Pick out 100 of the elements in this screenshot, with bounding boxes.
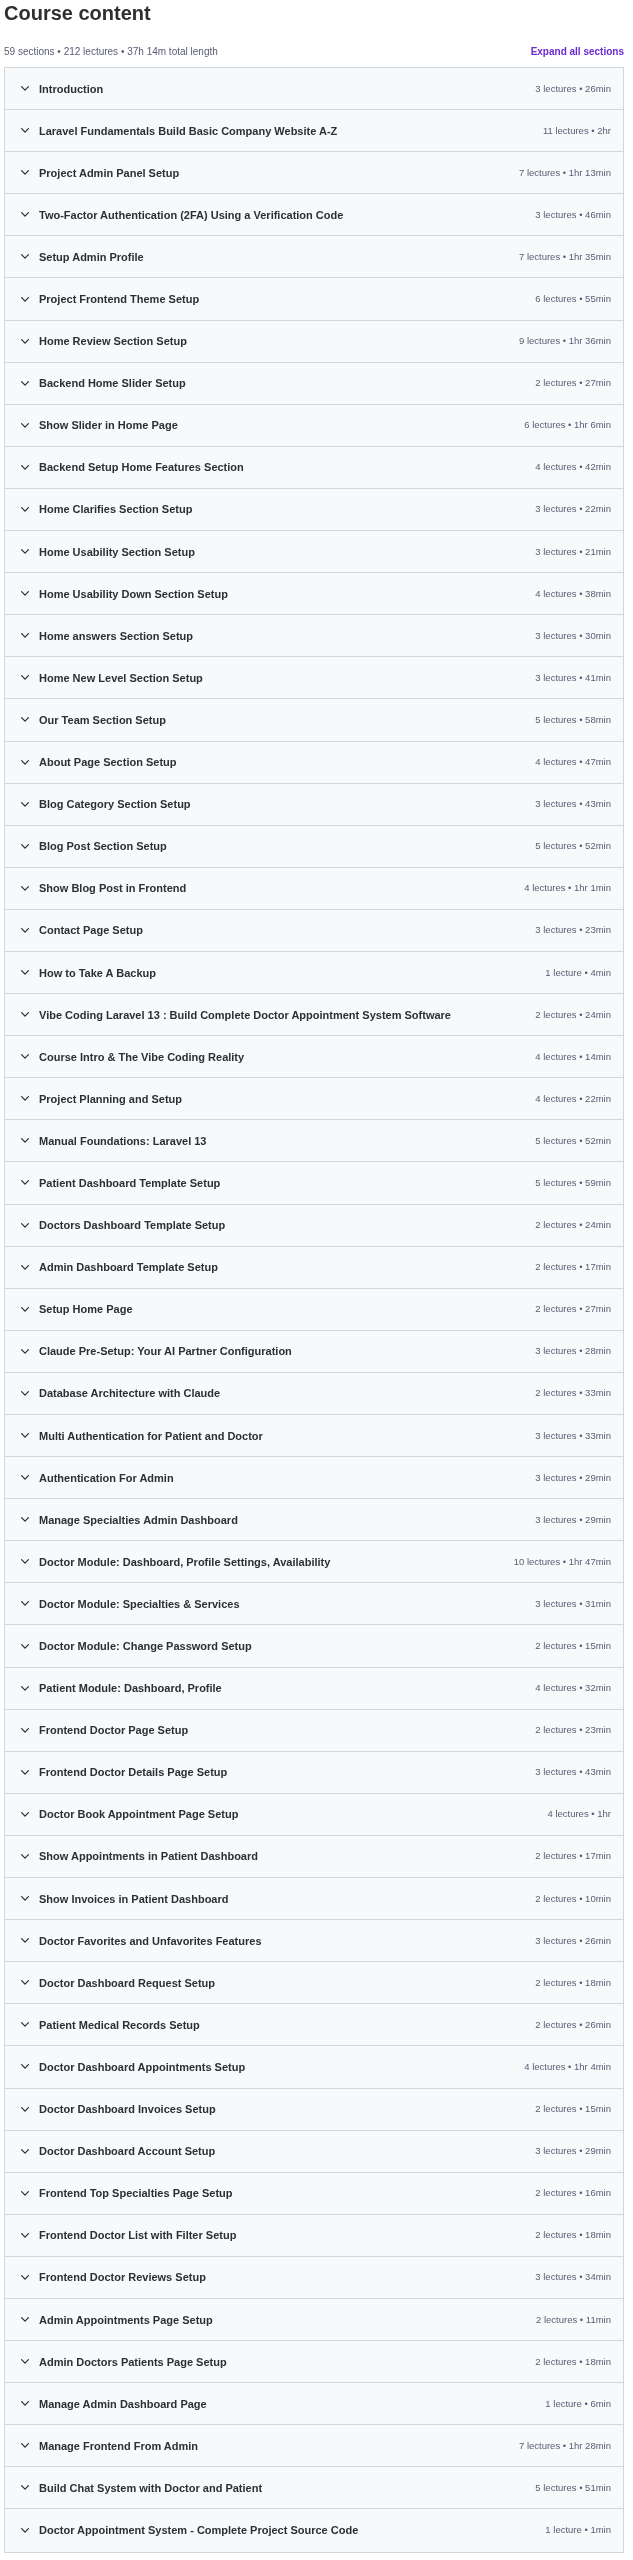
section-details: 2 lectures • 10min (534, 1891, 611, 1906)
section-title: Show Appointments in Patient Dashboard (39, 1849, 258, 1864)
section-details: 2 lectures • 18min (534, 1975, 611, 1990)
section-title: How to Take A Backup (39, 965, 156, 980)
section-title: Backend Home Slider Setup (39, 376, 186, 391)
section-details: 3 lectures • 31min (534, 1596, 611, 1611)
page-title: Course content (4, 1, 151, 26)
section-details: 2 lectures • 26min (534, 2017, 611, 2032)
section-title: Home Review Section Setup (39, 334, 187, 349)
section-title: Home Usability Down Section Setup (39, 586, 228, 601)
section-title: Patient Module: Dashboard, Profile (39, 1681, 222, 1696)
section-details: 7 lectures • 1hr 13min (517, 165, 611, 180)
section-title: Vibe Coding Laravel 13 : Build Complete Doctor Appointment System Software (39, 1007, 451, 1022)
section-title: Doctor Dashboard Account Setup (39, 2144, 216, 2159)
section-title: Patient Dashboard Template Setup (39, 1176, 221, 1190)
section-details: 4 lectures • 47min (534, 755, 611, 770)
section-details: 3 lectures • 23min (534, 923, 611, 938)
section-title: Manage Specialties Admin Dashboard (39, 1512, 238, 1527)
section-details: 1 lecture • 6min (544, 2396, 611, 2411)
section-details: 2 lectures • 27min (534, 376, 611, 391)
section-details: 2 lectures • 24min (534, 1007, 611, 1022)
section-title: Doctor Module: Change Password Setup (39, 1639, 252, 1653)
section-title: Setup Home Page (39, 1302, 133, 1317)
section-details: 3 lectures • 22min (534, 502, 611, 517)
section-title: Admin Dashboard Template Setup (39, 1260, 218, 1275)
section-details: 3 lectures • 28min (534, 1344, 611, 1359)
section-title: Setup Admin Profile (39, 249, 144, 264)
section-details: 4 lectures • 1hr 4min (523, 2059, 611, 2074)
section-details: 3 lectures • 21min (534, 544, 611, 559)
section-title: Patient Medical Records Setup (39, 2017, 200, 2032)
section-title: Home New Level Section Setup (39, 670, 203, 685)
section-details: 7 lectures • 1hr 28min (517, 2438, 611, 2453)
section-title: Show Blog Post in Frontend (39, 881, 187, 896)
section-title: Manage Admin Dashboard Page (39, 2396, 207, 2411)
section-details: 2 lectures • 15min (534, 2102, 611, 2117)
section-title: Doctor Appointment System - Complete Project Source Code (39, 2523, 359, 2538)
section-details: 2 lectures • 23min (534, 1723, 611, 1738)
section-details: 4 lectures • 22min (534, 1091, 611, 1106)
section-details: 1 lecture • 1min (544, 2523, 611, 2538)
section-details: 2 lectures • 33min (534, 1386, 611, 1401)
section-title: Our Team Section Setup (39, 712, 166, 727)
section-details: 2 lectures • 17min (534, 1260, 611, 1275)
section-details: 11 lectures • 2hr (541, 123, 611, 138)
section-title: Show Invoices in Patient Dashboard (39, 1891, 229, 1906)
section-title: Manage Frontend From Admin (39, 2438, 199, 2453)
section-details: 3 lectures • 34min (534, 2270, 611, 2285)
section-title: Frontend Doctor Reviews Setup (39, 2270, 206, 2285)
section-title: Project Admin Panel Setup (39, 165, 180, 180)
section-title: Backend Setup Home Features Section (39, 460, 244, 475)
section-details: 3 lectures • 29min (534, 1512, 611, 1527)
section-details: 5 lectures • 52min (534, 839, 611, 854)
section-title: Doctor Dashboard Invoices Setup (39, 2102, 216, 2117)
course-summary: 59 sections • 212 lectures • 37h 14m total length (4, 45, 218, 59)
section-details: 3 lectures • 46min (534, 207, 611, 222)
section-details: 2 lectures • 27min (534, 1302, 611, 1317)
section-details: 5 lectures • 58min (534, 712, 611, 727)
section-details: 4 lectures • 38min (534, 586, 611, 601)
section-details: 1 lecture • 4min (544, 965, 611, 980)
section-title: Home Usability Section Setup (39, 544, 195, 559)
section-title: Multi Authentication for Patient and Doctor (39, 1428, 263, 1443)
section-title: Frontend Doctor Details Page Setup (39, 1765, 228, 1780)
section-details: 2 lectures • 18min (534, 2354, 611, 2369)
section-title: Frontend Top Specialties Page Setup (39, 2186, 233, 2201)
section-title: Frontend Doctor List with Filter Setup (39, 2228, 237, 2243)
section-details: 2 lectures • 18min (534, 2228, 611, 2243)
section-details: 3 lectures • 29min (534, 1470, 611, 1485)
section-details: 10 lectures • 1hr 47min (512, 1554, 611, 1569)
section-title: Introduction (39, 81, 104, 96)
section-title: Frontend Doctor Page Setup (39, 1723, 189, 1738)
section-details: 4 lectures • 14min (534, 1049, 611, 1064)
section-title: Laravel Fundamentals Build Basic Company Website A-Z (39, 123, 338, 138)
section-details: 5 lectures • 52min (534, 1133, 611, 1148)
section-title: About Page Section Setup (39, 755, 177, 770)
section-details: 2 lectures • 17min (534, 1849, 611, 1864)
section-details: 2 lectures • 11min (535, 2312, 611, 2327)
section-details: 3 lectures • 26min (534, 1933, 611, 1948)
section-details: 4 lectures • 42min (534, 460, 611, 475)
section-title: Project Planning and Setup (39, 1091, 183, 1106)
section-details: 7 lectures • 1hr 35min (517, 249, 611, 264)
section-title: Home Clarifies Section Setup (39, 502, 193, 517)
section-title: Contact Page Setup (39, 923, 143, 938)
section-title: Project Frontend Theme Setup (39, 292, 200, 306)
section-details: 6 lectures • 55min (534, 292, 611, 306)
section-title: Doctor Module: Dashboard, Profile Settings, Availability (39, 1554, 331, 1569)
section-title: Database Architecture with Claude (39, 1386, 221, 1401)
section-title: Build Chat System with Doctor and Patient (39, 2480, 263, 2495)
expand-all-link[interactable]: Expand all sections (530, 44, 624, 60)
section-title: Blog Post Section Setup (39, 839, 167, 854)
section-title: Claude Pre-Setup: Your AI Partner Configuration (39, 1344, 292, 1359)
section-details: 3 lectures • 29min (534, 2144, 611, 2159)
section-details: 3 lectures • 30min (534, 628, 611, 643)
section-title: Doctor Module: Specialties & Services (39, 1596, 240, 1611)
section-title: Home answers Section Setup (39, 628, 194, 643)
section-details: 3 lectures • 33min (534, 1428, 611, 1443)
section-details: 5 lectures • 51min (534, 2480, 611, 2495)
section-title: Blog Category Section Setup (39, 797, 191, 812)
section-details: 5 lectures • 59min (534, 1176, 611, 1190)
section-details: 2 lectures • 16min (534, 2186, 611, 2201)
section-details: 3 lectures • 43min (534, 797, 611, 812)
section-title: Doctors Dashboard Template Setup (39, 1218, 226, 1233)
